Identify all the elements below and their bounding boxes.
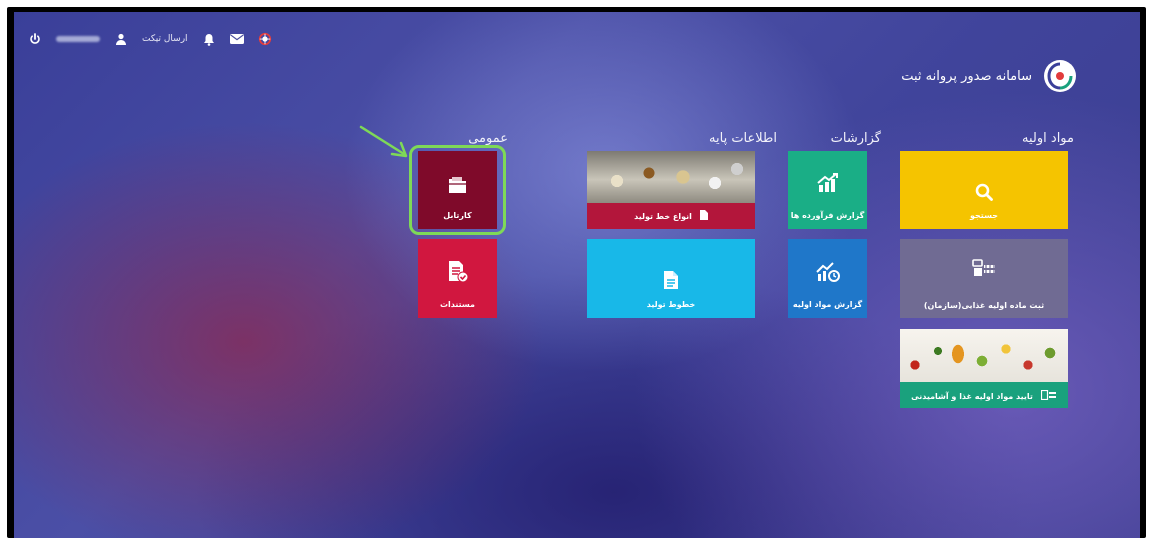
tile-production-line-types[interactable]: انواع خط تولید bbox=[587, 151, 755, 229]
tile-documents-label: مستندات bbox=[439, 300, 476, 309]
tile-register-food-material[interactable]: ثبت ماده اولیه غذایی(سازمان) bbox=[900, 239, 1068, 318]
brand-logo-icon bbox=[1044, 60, 1076, 92]
document-icon bbox=[664, 271, 678, 293]
tile-approve-material-bar: تایید مواد اولیه غذا و آشامیدنی bbox=[900, 384, 1068, 408]
user-icon[interactable] bbox=[114, 32, 128, 46]
document-icon bbox=[699, 210, 708, 222]
top-bar: ارسال تیکت bbox=[28, 30, 272, 48]
bell-icon[interactable] bbox=[202, 32, 216, 46]
brand-name: سامانه صدور پروانه ثبت bbox=[901, 68, 1032, 84]
mail-icon[interactable] bbox=[229, 32, 244, 46]
app-logo-icon[interactable] bbox=[258, 32, 272, 46]
send-ticket-link[interactable]: ارسال تیکت bbox=[142, 34, 188, 44]
user-name bbox=[56, 36, 100, 42]
tile-raw-material-report-label: گزارش مواد اولیه bbox=[792, 300, 863, 309]
section-title-reports: گزارشات bbox=[830, 131, 881, 146]
tile-search[interactable]: جستجو bbox=[900, 151, 1068, 229]
approve-material-icon bbox=[1040, 389, 1057, 402]
tile-processed-report-label: گزارش فرآورده ها bbox=[790, 211, 865, 220]
tile-documents[interactable]: مستندات bbox=[418, 239, 497, 318]
cartable-highlight bbox=[409, 145, 506, 235]
section-title-general: عمومی bbox=[468, 131, 508, 146]
tile-search-label: جستجو bbox=[970, 211, 998, 220]
section-title-base-info: اطلاعات پایه bbox=[709, 131, 777, 146]
tile-raw-material-report[interactable]: گزارش مواد اولیه bbox=[788, 239, 867, 318]
tile-production-line-types-bar: انواع خط تولید bbox=[587, 203, 755, 229]
tile-production-line-types-label: انواع خط تولید bbox=[634, 211, 692, 221]
vegetables-photo bbox=[900, 329, 1068, 382]
dashboard-screen: ارسال تیکت سامانه صدور پروانه ثبت مواد ا… bbox=[14, 12, 1140, 538]
food-material-icon bbox=[972, 259, 996, 281]
jars-photo bbox=[587, 151, 755, 203]
chart-cycle-icon bbox=[815, 261, 840, 287]
tile-processed-report[interactable]: گزارش فرآورده ها bbox=[788, 151, 867, 229]
brand: سامانه صدور پروانه ثبت bbox=[901, 58, 1078, 94]
search-icon bbox=[975, 183, 993, 205]
tile-approve-material[interactable]: تایید مواد اولیه غذا و آشامیدنی bbox=[900, 329, 1068, 408]
tile-production-lines[interactable]: خطوط تولید bbox=[587, 239, 755, 318]
section-title-raw-materials: مواد اولیه bbox=[1022, 131, 1074, 146]
document-check-icon bbox=[448, 261, 468, 287]
tile-production-lines-label: خطوط تولید bbox=[646, 300, 696, 309]
annotation-arrow-icon bbox=[359, 125, 408, 158]
tile-approve-material-label: تایید مواد اولیه غذا و آشامیدنی bbox=[911, 391, 1033, 401]
tile-register-food-material-label: ثبت ماده اولیه غذایی(سازمان) bbox=[923, 301, 1045, 310]
power-icon[interactable] bbox=[28, 32, 42, 46]
chart-up-icon bbox=[816, 173, 839, 197]
